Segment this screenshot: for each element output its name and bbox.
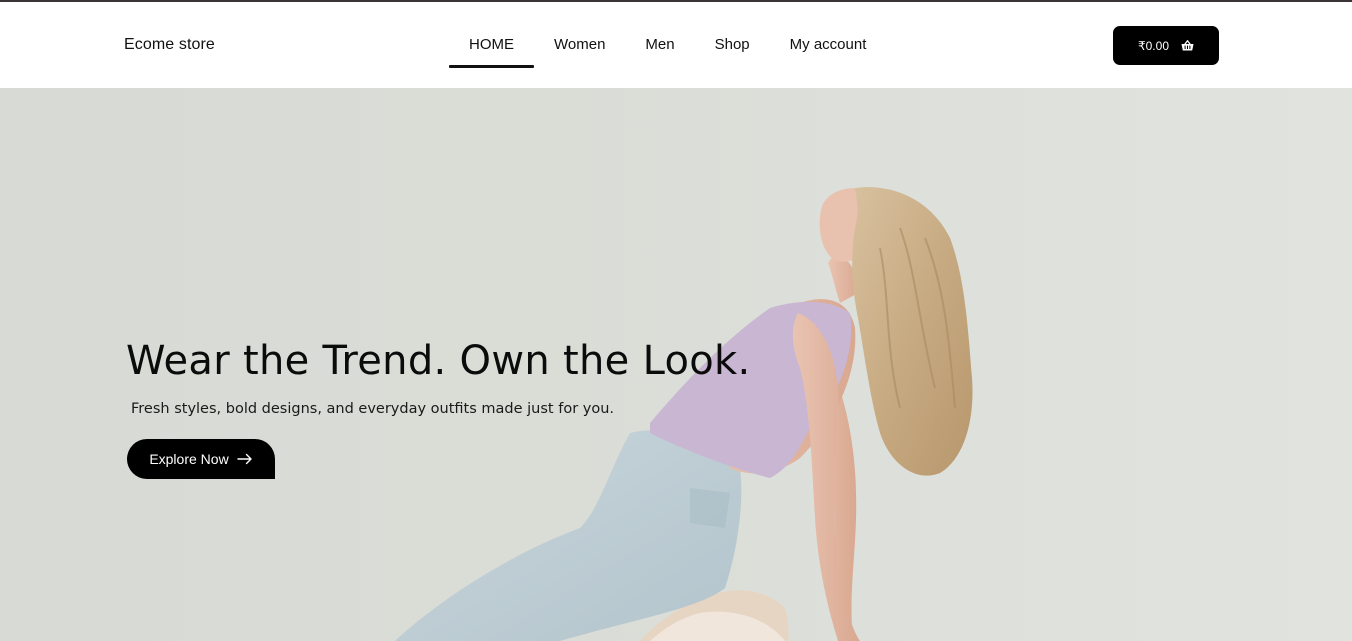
nav-item-women[interactable]: Women xyxy=(534,2,625,88)
nav-item-shop[interactable]: Shop xyxy=(695,2,770,88)
cart-total: ₹0.00 xyxy=(1138,38,1169,53)
explore-now-label: Explore Now xyxy=(149,451,229,467)
hero-title: Wear the Trend. Own the Look. xyxy=(126,338,751,384)
hero-subtitle: Fresh styles, bold designs, and everyday… xyxy=(131,401,615,417)
nav-item-label: HOME xyxy=(469,35,514,53)
cart-button[interactable]: ₹0.00 xyxy=(1113,26,1219,65)
arrow-right-icon xyxy=(236,453,253,465)
main-nav: HOME Women Men Shop My account xyxy=(449,2,886,88)
nav-item-men[interactable]: Men xyxy=(625,2,694,88)
nav-item-label: Women xyxy=(554,35,606,53)
basket-icon xyxy=(1181,40,1194,51)
hero-banner: Wear the Trend. Own the Look. Fresh styl… xyxy=(0,88,1352,641)
site-logo[interactable]: Ecome store xyxy=(124,36,215,54)
nav-item-label: My account xyxy=(789,35,867,53)
site-header: Ecome store HOME Women Men Shop My accou… xyxy=(0,2,1352,88)
nav-item-my-account[interactable]: My account xyxy=(770,2,887,88)
nav-item-label: Shop xyxy=(714,35,750,53)
nav-item-label: Men xyxy=(645,35,675,53)
nav-item-home[interactable]: HOME xyxy=(449,2,534,88)
explore-now-button[interactable]: Explore Now xyxy=(127,439,275,479)
